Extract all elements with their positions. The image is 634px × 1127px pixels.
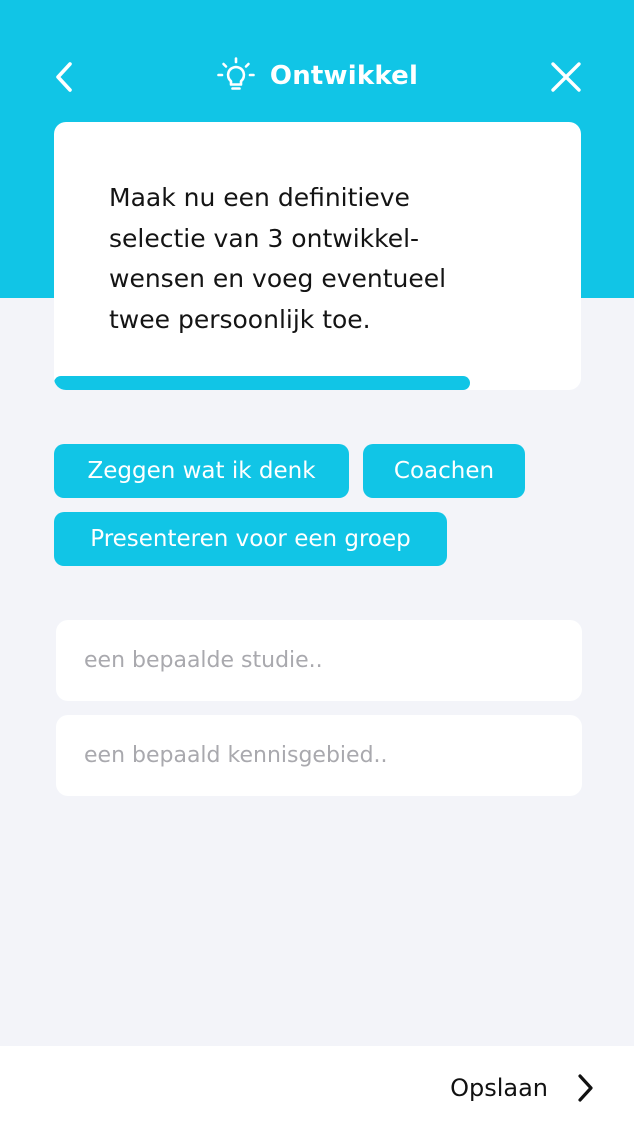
save-button[interactable]: Opslaan [450, 1068, 594, 1108]
instruction-line: wensen en voeg eventueel [109, 264, 447, 293]
close-button[interactable] [544, 54, 588, 100]
chip-zeggen-wat-ik-denk[interactable]: Zeggen wat ik denk [54, 444, 349, 498]
progress-bar [54, 376, 581, 390]
instruction-line: selectie van 3 ontwikkel- [109, 223, 420, 253]
personal-wish-field-1 [56, 620, 582, 701]
progress-bar-fill [54, 376, 471, 390]
personal-wish-input-1[interactable] [56, 620, 582, 701]
instruction-line: Maak nu een definitieve [109, 183, 410, 212]
instruction-card: Maak nu een definitieve selectie van 3 o… [54, 122, 581, 390]
chip-presenteren-voor-een-groep[interactable]: Presenteren voor een groep [54, 512, 447, 566]
chip-coachen[interactable]: Coachen [363, 444, 525, 498]
instruction-text: Maak nu een definitieve selectie van 3 o… [109, 178, 529, 340]
page-title-text: Ontwikkel [269, 61, 419, 91]
lightbulb-icon [217, 57, 255, 90]
personal-wish-field-2 [56, 715, 582, 796]
chevron-right-icon [578, 1074, 593, 1102]
footer-bar: Opslaan [0, 1046, 634, 1127]
save-label: Opslaan [450, 1074, 548, 1102]
personal-wish-input-2[interactable] [56, 715, 582, 796]
page-title: Ontwikkel [0, 52, 634, 100]
instruction-line: twee persoonlijk toe. [109, 304, 371, 334]
close-icon [551, 62, 581, 92]
